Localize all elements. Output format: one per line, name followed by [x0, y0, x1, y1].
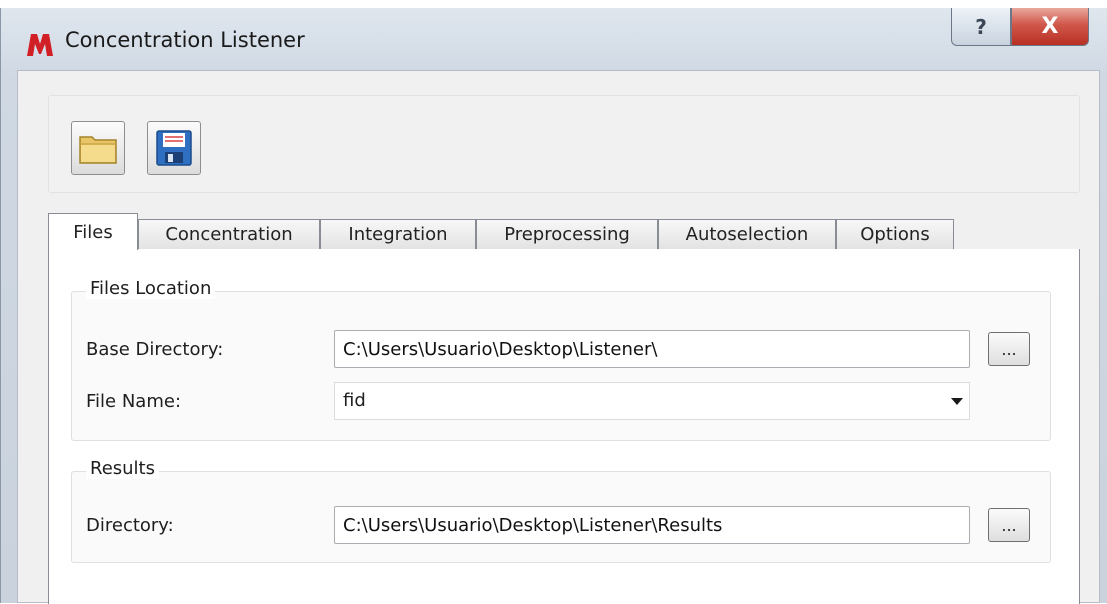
tab-label: Autoselection	[685, 224, 809, 245]
base-directory-browse-button[interactable]: ...	[988, 332, 1030, 366]
tab-label: Options	[860, 224, 930, 245]
results-group: Results Directory: ...	[71, 458, 1051, 563]
tab-concentration[interactable]: Concentration	[138, 219, 320, 249]
tab-label: Preprocessing	[504, 224, 630, 245]
window-title: Concentration Listener	[65, 28, 305, 52]
file-name-combobox[interactable]: fid	[334, 382, 970, 420]
tab-autoselection[interactable]: Autoselection	[658, 219, 836, 249]
folder-open-icon	[79, 136, 117, 164]
tab-integration[interactable]: Integration	[320, 219, 476, 249]
save-button[interactable]	[147, 121, 201, 175]
help-button[interactable]: ?	[951, 8, 1011, 46]
tab-label: Integration	[348, 224, 448, 245]
dialog-window: Concentration Listener ? X Files Concent…	[0, 8, 1107, 604]
tab-strip: Files Concentration Integration Preproce…	[48, 213, 1080, 250]
dialog-client-area: Files Concentration Integration Preproce…	[17, 70, 1100, 604]
files-location-group: Files Location Base Directory: ... File …	[71, 278, 1051, 441]
files-location-title: Files Location	[86, 278, 216, 299]
base-directory-input[interactable]	[334, 330, 970, 368]
file-name-label: File Name:	[86, 391, 182, 412]
browse-label: ...	[1001, 339, 1017, 359]
title-bar[interactable]: Concentration Listener ? X	[1, 8, 1107, 70]
tab-label: Files	[73, 221, 113, 243]
results-title: Results	[86, 458, 159, 479]
close-icon: X	[1041, 14, 1059, 39]
results-directory-input[interactable]	[334, 506, 970, 544]
floppy-save-icon	[156, 130, 192, 166]
results-directory-browse-button[interactable]: ...	[988, 508, 1030, 542]
tab-options[interactable]: Options	[836, 219, 954, 249]
dropdown-arrow-icon[interactable]	[951, 398, 963, 405]
toolbar	[48, 95, 1080, 193]
close-button[interactable]: X	[1011, 8, 1089, 46]
base-directory-label: Base Directory:	[86, 339, 224, 360]
app-logo-icon	[27, 34, 53, 56]
browse-label: ...	[1001, 515, 1017, 535]
tab-label: Concentration	[165, 224, 293, 245]
results-directory-label: Directory:	[86, 515, 174, 536]
tab-preprocessing[interactable]: Preprocessing	[476, 219, 658, 249]
file-name-value: fid	[343, 390, 366, 411]
help-icon: ?	[975, 14, 987, 39]
tab-files[interactable]: Files	[48, 213, 138, 250]
open-button[interactable]	[71, 121, 125, 175]
files-tab-panel: Files Location Base Directory: ... File …	[48, 249, 1080, 604]
